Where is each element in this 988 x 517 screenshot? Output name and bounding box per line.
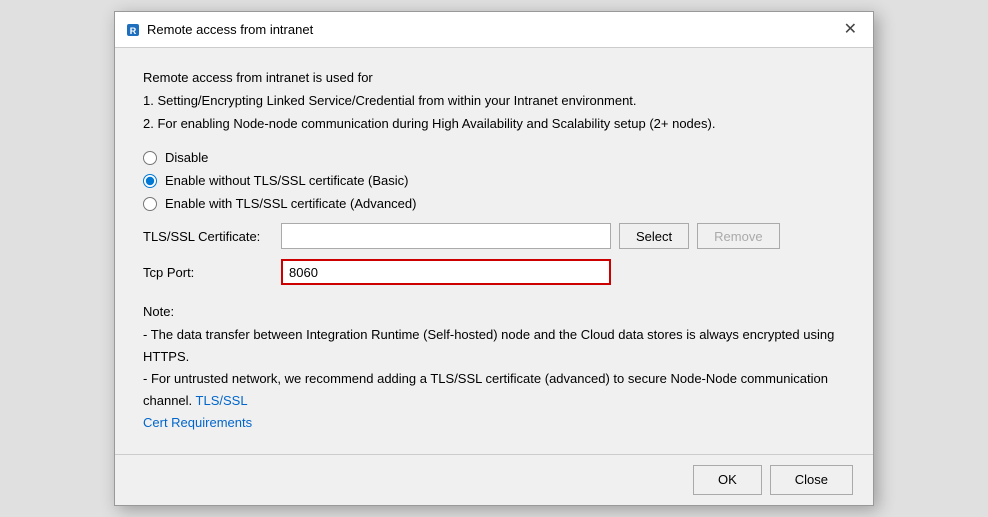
close-title-button[interactable]: ✕: [838, 20, 863, 40]
note-line1: - The data transfer between Integration …: [143, 327, 834, 364]
intro-line1: 1. Setting/Encrypting Linked Service/Cre…: [143, 91, 845, 112]
ok-button[interactable]: OK: [693, 465, 762, 495]
radio-enable-advanced-input[interactable]: [143, 197, 157, 211]
intro-section: Remote access from intranet is used for …: [143, 68, 845, 134]
radio-enable-advanced[interactable]: Enable with TLS/SSL certificate (Advance…: [143, 196, 845, 211]
intro-line0: Remote access from intranet is used for: [143, 68, 845, 89]
svg-text:R: R: [130, 26, 137, 36]
radio-group: Disable Enable without TLS/SSL certifica…: [143, 150, 845, 211]
tls-ssl-link[interactable]: TLS/SSL: [196, 393, 248, 408]
radio-enable-advanced-label: Enable with TLS/SSL certificate (Advance…: [165, 196, 416, 211]
dialog-title: Remote access from intranet: [147, 22, 313, 37]
cert-input[interactable]: [281, 223, 611, 249]
close-button[interactable]: Close: [770, 465, 853, 495]
note-section: Note: - The data transfer between Integr…: [143, 301, 845, 434]
remove-button[interactable]: Remove: [697, 223, 779, 249]
radio-disable-input[interactable]: [143, 151, 157, 165]
cert-label: TLS/SSL Certificate:: [143, 229, 273, 244]
port-row: Tcp Port:: [143, 259, 845, 285]
port-label: Tcp Port:: [143, 265, 273, 280]
dialog-footer: OK Close: [115, 454, 873, 505]
title-bar: R Remote access from intranet ✕: [115, 12, 873, 48]
port-input[interactable]: [281, 259, 611, 285]
radio-enable-basic-input[interactable]: [143, 174, 157, 188]
dialog-body: Remote access from intranet is used for …: [115, 48, 873, 454]
dialog: R Remote access from intranet ✕ Remote a…: [114, 11, 874, 506]
intro-line2: 2. For enabling Node-node communication …: [143, 114, 845, 135]
radio-disable[interactable]: Disable: [143, 150, 845, 165]
cert-requirements-link[interactable]: Cert Requirements: [143, 415, 252, 430]
select-button[interactable]: Select: [619, 223, 689, 249]
note-title: Note:: [143, 304, 174, 319]
radio-enable-basic-label: Enable without TLS/SSL certificate (Basi…: [165, 173, 409, 188]
radio-disable-label: Disable: [165, 150, 208, 165]
dialog-icon: R: [125, 22, 141, 38]
radio-enable-basic[interactable]: Enable without TLS/SSL certificate (Basi…: [143, 173, 845, 188]
title-bar-left: R Remote access from intranet: [125, 22, 313, 38]
cert-row: TLS/SSL Certificate: Select Remove: [143, 223, 845, 249]
